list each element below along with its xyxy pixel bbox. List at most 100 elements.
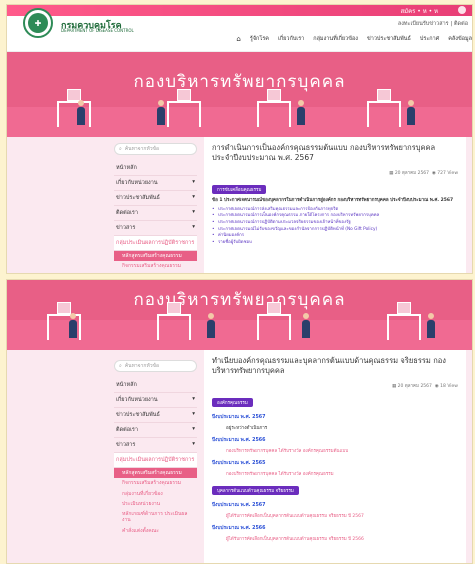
chevron-down-icon: ▾ bbox=[192, 224, 195, 230]
sidebar-sub-item[interactable]: หลักสูตรเสริมสร้างคุณธรรม bbox=[114, 468, 197, 479]
content-area: ⌕ ค้นหาจากหัวข้อ หน้าหลัก เกี่ยวกับหน่วยง… bbox=[7, 350, 472, 563]
sidebar-item-news[interactable]: ข่าวประชาสัมพันธ์ ▾ bbox=[114, 408, 197, 423]
fiscal-year-heading: ปีงบประมาณ พ.ศ. 2567 bbox=[212, 503, 266, 509]
chevron-down-icon: ▾ bbox=[192, 179, 195, 185]
sidebar-item-contact[interactable]: ติดต่อเรา ▾ bbox=[114, 206, 197, 221]
desk-illustration bbox=[387, 302, 421, 340]
section-tag: บุคลากรต้นแบบด้านคุณธรรม จริยธรรม bbox=[212, 486, 299, 496]
sidebar-item-home[interactable]: หน้าหลัก bbox=[114, 161, 197, 176]
sidebar-item-about[interactable]: เกี่ยวกับหน่วยงาน ▾ bbox=[114, 393, 197, 408]
link-list: ประกาศเจตนารมณ์การส่งเสริมคุณธรรมและการป… bbox=[212, 207, 458, 247]
chevron-down-icon: ▾ bbox=[192, 426, 195, 432]
fiscal-year-heading: ปีงบประมาณ พ.ศ. 2566 bbox=[212, 526, 266, 532]
sidebar-item-contact[interactable]: ติดต่อเรา ▾ bbox=[114, 423, 197, 438]
article-title: การดำเนินการเป็นองค์กรคุณธรรมต้นแบบ กองบ… bbox=[212, 143, 436, 163]
calendar-icon: ▦ bbox=[391, 384, 397, 390]
chevron-down-icon: ▾ bbox=[192, 411, 195, 417]
sidebar-sub-item[interactable]: กลุ่มงานที่เกี่ยวข้อง bbox=[114, 489, 197, 499]
section-tag: การขับเคลื่อนคุณธรรม bbox=[212, 185, 267, 195]
year-entry-link[interactable]: กองบริหารทรัพยากรบุคคล ได้รับรางวัล องค์… bbox=[226, 447, 458, 454]
year-entry-link[interactable]: ผู้ได้รับการคัดเลือกเป็นบุคลากรต้นแบบด้า… bbox=[226, 535, 458, 542]
search-icon: ⌕ bbox=[119, 363, 122, 369]
year-entry: อยู่ระหว่างดำเนินการ bbox=[226, 426, 268, 432]
menu-item[interactable]: รู้จักโรค bbox=[250, 35, 269, 43]
desk-illustration bbox=[157, 302, 191, 340]
article-meta: ▦ 20 ตุลาคม 2567 ◉ 727 View bbox=[389, 171, 458, 177]
desk-illustration bbox=[167, 89, 201, 127]
sidebar-sub-item[interactable]: กิจกรรมเสริมสร้างคุณธรรม bbox=[114, 478, 197, 488]
sidebar-sub-item[interactable]: หลักเกณฑ์ด้านการ ประเมินผลงาน bbox=[114, 509, 197, 526]
sidebar-item-info[interactable]: ข่าวสาร ▾ bbox=[114, 221, 197, 236]
person-illustration bbox=[297, 100, 305, 125]
eye-icon: ◉ bbox=[434, 384, 439, 390]
desk-illustration bbox=[57, 89, 91, 127]
search-icon[interactable] bbox=[458, 6, 466, 14]
eye-icon: ◉ bbox=[431, 171, 436, 177]
person-illustration bbox=[427, 313, 435, 338]
hero-banner: กองบริหารทรัพยากรบุคคล bbox=[7, 280, 472, 350]
intro-text: ข้อ 1 ประกาศเจตนารมณ์ของบุคลากรในการดำเน… bbox=[212, 198, 454, 204]
chevron-down-icon: ▾ bbox=[192, 194, 195, 200]
page-screenshot-2: กองบริหารทรัพยากรบุคคล ⌕ ค้นหาจากหัวข้อ ห… bbox=[6, 279, 473, 564]
menu-item[interactable]: เกี่ยวกับเรา bbox=[278, 35, 304, 43]
desk-illustration bbox=[367, 89, 401, 127]
brand-subtitle: DEPARTMENT OF DISEASE CONTROL bbox=[61, 28, 134, 33]
list-link[interactable]: ประกาศเจตนารมณ์การปฏิบัติตามประมวลจริยธร… bbox=[212, 220, 458, 227]
list-link[interactable]: ประกาศเจตนารมณ์ไม่รับของขวัญและของกำนัลจ… bbox=[212, 227, 458, 234]
menu-item[interactable]: คลังข้อมูล bbox=[448, 35, 472, 43]
person-illustration bbox=[69, 313, 77, 338]
article-panel: การดำเนินการเป็นองค์กรคุณธรรมต้นแบบ กองบ… bbox=[204, 137, 466, 273]
menu-item[interactable]: ประกาศ bbox=[420, 35, 439, 43]
sidebar-sub-item[interactable]: หลักสูตรเสริมสร้างคุณธรรม bbox=[114, 251, 197, 262]
chevron-down-icon: ▾ bbox=[192, 396, 195, 402]
top-bar: สมัคร • ห • ห bbox=[7, 5, 472, 16]
sidebar-search-input[interactable]: ⌕ ค้นหาจากหัวข้อ bbox=[114, 360, 197, 372]
sidebar-item-home[interactable]: หน้าหลัก bbox=[114, 378, 197, 393]
fiscal-year-heading: ปีงบประมาณ พ.ศ. 2567 bbox=[212, 415, 266, 421]
sidebar-search-input[interactable]: ⌕ ค้นหาจากหัวข้อ bbox=[114, 143, 197, 155]
desk-illustration bbox=[257, 89, 291, 127]
navbar: ✚ กรมควบคุมโรค DEPARTMENT OF DISEASE CON… bbox=[7, 8, 472, 52]
desk-illustration bbox=[257, 302, 291, 340]
page-screenshot-1: สมัคร • ห • ห ✚ กรมควบคุมโรค DEPARTMENT … bbox=[6, 4, 473, 274]
sidebar-item-active[interactable]: กลุ่มประเมินผลการปฏิบัติราชการ bbox=[114, 236, 197, 251]
person-illustration bbox=[302, 313, 310, 338]
home-icon[interactable]: ⌂ bbox=[236, 35, 240, 43]
person-illustration bbox=[207, 313, 215, 338]
sidebar-item-news[interactable]: ข่าวประชาสัมพันธ์ ▾ bbox=[114, 191, 197, 206]
hero-banner: กองบริหารทรัพยากรบุคคล bbox=[7, 52, 472, 137]
person-illustration bbox=[77, 100, 85, 125]
menu-item[interactable]: กลุ่มงานที่เกี่ยวข้อง bbox=[313, 35, 358, 43]
content-area: ⌕ ค้นหาจากหัวข้อ หน้าหลัก เกี่ยวกับหน่วยง… bbox=[7, 137, 472, 274]
sidebar-sub-item[interactable]: กลุ่มงานที่เกี่ยวข้อง bbox=[114, 272, 197, 274]
person-illustration bbox=[157, 100, 165, 125]
sidebar-item-info[interactable]: ข่าวสาร ▾ bbox=[114, 438, 197, 453]
article-title: ทำเนียบองค์กรคุณธรรมและบุคลากรต้นแบบด้าน… bbox=[212, 356, 446, 376]
sidebar: ⌕ ค้นหาจากหัวข้อ หน้าหลัก เกี่ยวกับหน่วยง… bbox=[114, 143, 197, 274]
sidebar-sub-item[interactable]: กิจกรรมเสริมสร้างคุณธรรม bbox=[114, 261, 197, 271]
utility-links[interactable]: ลงทะเบียนรับข่าวสาร | ติดต่อ bbox=[398, 20, 468, 28]
fiscal-year-heading: ปีงบประมาณ พ.ศ. 2565 bbox=[212, 461, 266, 467]
calendar-icon: ▦ bbox=[389, 171, 394, 177]
menu-item[interactable]: ข่าวประชาสัมพันธ์ bbox=[367, 35, 411, 43]
search-icon: ⌕ bbox=[119, 146, 122, 152]
sidebar-item-about[interactable]: เกี่ยวกับหน่วยงาน ▾ bbox=[114, 176, 197, 191]
person-illustration bbox=[407, 100, 415, 125]
section-tag: องค์กรคุณธรรม bbox=[212, 398, 253, 408]
chevron-down-icon: ▾ bbox=[192, 209, 195, 215]
sidebar-sub-item[interactable]: คำสั่งแต่งตั้งคณะ bbox=[114, 526, 197, 536]
logo-emblem-icon: ✚ bbox=[28, 13, 48, 33]
top-bar-text: สมัคร • ห • ห bbox=[400, 8, 438, 15]
year-entry-link[interactable]: ผู้ได้รับการคัดเลือกเป็นบุคลากรต้นแบบด้า… bbox=[226, 512, 458, 519]
sidebar-sub-item[interactable]: ประเมินหน่วยงาน bbox=[114, 499, 197, 509]
list-link[interactable]: รายชื่อผู้รับผิดชอบ bbox=[212, 240, 458, 247]
main-menu: ⌂ รู้จักโรค เกี่ยวกับเรา กลุ่มงานที่เกี่… bbox=[236, 35, 472, 43]
fiscal-year-heading: ปีงบประมาณ พ.ศ. 2566 bbox=[212, 438, 266, 444]
sidebar-item-active[interactable]: กลุ่มประเมินผลการปฏิบัติราชการ bbox=[114, 453, 197, 468]
sidebar: ⌕ ค้นหาจากหัวข้อ หน้าหลัก เกี่ยวกับหน่วยง… bbox=[114, 360, 197, 536]
chevron-down-icon: ▾ bbox=[192, 441, 195, 447]
ddc-logo[interactable]: ✚ bbox=[23, 8, 53, 38]
article-meta: ▦ 20 ตุลาคม 2567 ◉ 18 View bbox=[391, 384, 458, 390]
year-entry-link[interactable]: กองบริหารทรัพยากรบุคคล ได้รับรางวัล องค์… bbox=[226, 470, 458, 477]
article-panel: ทำเนียบองค์กรคุณธรรมและบุคลากรต้นแบบด้าน… bbox=[204, 350, 466, 563]
